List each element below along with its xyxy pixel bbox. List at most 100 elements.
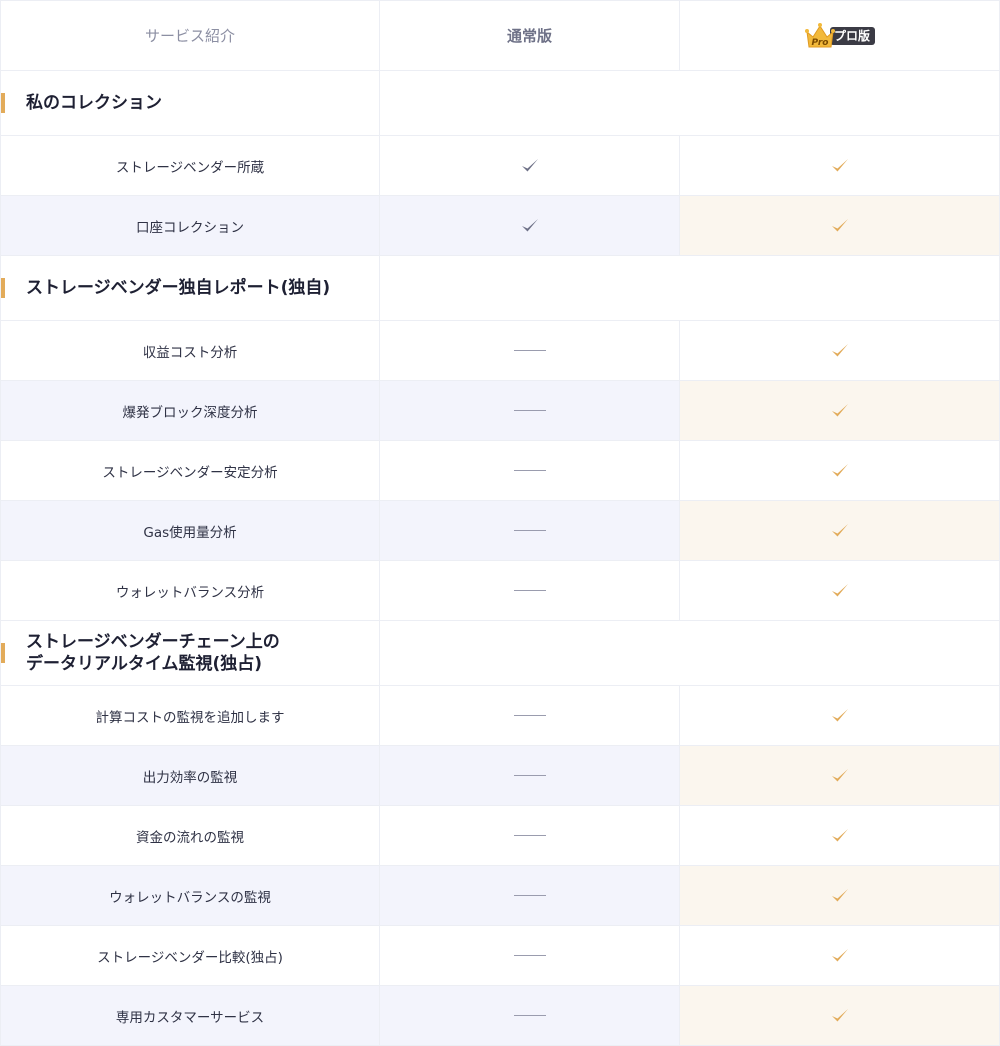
crown-pro-text: Pro xyxy=(812,38,829,48)
check-icon xyxy=(831,708,848,721)
feature-name: Gas使用量分析 xyxy=(143,524,237,541)
standard-availability-cell xyxy=(380,196,680,255)
dash-icon xyxy=(513,775,546,776)
feature-name: 収益コスト分析 xyxy=(142,344,238,361)
feature-name-cell: ウォレットバランス分析 xyxy=(0,561,380,620)
section-title-line: ストレージベンダー独自レポート(独自) xyxy=(26,278,331,298)
table-row: 口座コレクション xyxy=(0,196,1000,256)
check-icon xyxy=(521,218,538,231)
standard-availability-cell xyxy=(380,501,680,560)
dash-icon xyxy=(513,530,546,531)
feature-name: 専用カスタマーサービス xyxy=(115,1009,265,1026)
pro-availability-cell xyxy=(680,196,1000,255)
pro-availability-cell xyxy=(680,381,1000,440)
section-header-row: 私のコレクション xyxy=(0,71,1000,136)
table-row: ストレージベンダー所蔵 xyxy=(0,136,1000,196)
section-empty-standard xyxy=(380,621,680,685)
pro-availability-cell xyxy=(680,866,1000,925)
table-row: ストレージベンダー比較(独占) xyxy=(0,926,1000,986)
section-header-row: ストレージベンダー独自レポート(独自) xyxy=(0,256,1000,321)
check-icon xyxy=(831,158,848,171)
pro-availability-cell xyxy=(680,686,1000,745)
pro-availability-cell xyxy=(680,501,1000,560)
feature-name-cell: 口座コレクション xyxy=(0,196,380,255)
dash-icon xyxy=(513,835,546,836)
header-pro-edition: Pro プロ版 xyxy=(680,1,1000,70)
pro-edition-label: プロ版 xyxy=(829,26,875,45)
feature-name: 計算コストの監視を追加します xyxy=(95,709,285,726)
table-row: Gas使用量分析 xyxy=(0,501,1000,561)
section-title-line: データリアルタイム監視(独占) xyxy=(26,654,263,674)
check-icon xyxy=(831,768,848,781)
check-icon xyxy=(831,463,848,476)
check-icon xyxy=(521,158,538,171)
standard-availability-cell xyxy=(380,866,680,925)
section-title: ストレージベンダーチェーン上の データリアルタイム監視(独占) xyxy=(26,631,280,675)
pro-availability-cell xyxy=(680,986,1000,1045)
feature-name: 資金の流れの監視 xyxy=(136,829,244,846)
check-icon xyxy=(831,218,848,231)
section-title-cell: ストレージベンダー独自レポート(独自) xyxy=(0,256,380,320)
dash-icon xyxy=(513,470,546,471)
feature-name: ストレージベンダー所蔵 xyxy=(115,159,265,176)
section-accent-bar xyxy=(1,93,5,113)
section-title: ストレージベンダー独自レポート(独自) xyxy=(26,277,330,299)
standard-availability-cell xyxy=(380,381,680,440)
section-empty-standard xyxy=(380,256,680,320)
standard-availability-cell xyxy=(380,986,680,1045)
section-title: 私のコレクション xyxy=(26,92,162,114)
feature-name-cell: 計算コストの監視を追加します xyxy=(0,686,380,745)
feature-name-cell: ウォレットバランスの監視 xyxy=(0,866,380,925)
pro-badge: Pro プロ版 xyxy=(804,22,875,50)
table-row: ウォレットバランスの監視 xyxy=(0,866,1000,926)
check-icon xyxy=(831,828,848,841)
dash-icon xyxy=(513,715,546,716)
check-icon xyxy=(831,948,848,961)
table-row: 計算コストの監視を追加します xyxy=(0,686,1000,746)
dash-icon xyxy=(513,350,546,351)
pro-availability-cell xyxy=(680,806,1000,865)
table-row: 専用カスタマーサービス xyxy=(0,986,1000,1046)
standard-availability-cell xyxy=(380,441,680,500)
feature-name-cell: 資金の流れの監視 xyxy=(0,806,380,865)
table-header: サービス紹介 通常版 Pro プロ版 xyxy=(0,0,1000,71)
pro-availability-cell xyxy=(680,561,1000,620)
standard-availability-cell xyxy=(380,321,680,380)
pro-availability-cell xyxy=(680,926,1000,985)
section-title-line: 私のコレクション xyxy=(26,93,162,113)
check-icon xyxy=(831,403,848,416)
pro-availability-cell xyxy=(680,746,1000,805)
dash-icon xyxy=(513,895,546,896)
header-standard-edition: 通常版 xyxy=(380,1,680,70)
dash-icon xyxy=(513,1015,546,1016)
check-icon xyxy=(831,523,848,536)
feature-name-cell: Gas使用量分析 xyxy=(0,501,380,560)
section-empty-pro xyxy=(680,621,1000,685)
feature-name: ウォレットバランス分析 xyxy=(115,584,265,601)
crown-icon: Pro xyxy=(804,22,836,50)
standard-availability-cell xyxy=(380,746,680,805)
feature-name: ストレージベンダー安定分析 xyxy=(102,464,278,481)
feature-name: ウォレットバランスの監視 xyxy=(109,889,271,906)
dash-icon xyxy=(513,590,546,591)
section-title-cell: 私のコレクション xyxy=(0,71,380,135)
feature-comparison-table: サービス紹介 通常版 Pro プロ版 私のコレクションストレージベンダー所蔵 xyxy=(0,0,1000,1046)
feature-name-cell: 爆発ブロック深度分析 xyxy=(0,381,380,440)
standard-availability-cell xyxy=(380,926,680,985)
dash-icon xyxy=(513,955,546,956)
section-empty-standard xyxy=(380,71,680,135)
feature-name-cell: 専用カスタマーサービス xyxy=(0,986,380,1045)
table-row: ストレージベンダー安定分析 xyxy=(0,441,1000,501)
section-header-row: ストレージベンダーチェーン上の データリアルタイム監視(独占) xyxy=(0,621,1000,686)
section-accent-bar xyxy=(1,643,5,663)
table-row: 出力効率の監視 xyxy=(0,746,1000,806)
standard-availability-cell xyxy=(380,561,680,620)
header-standard-label: 通常版 xyxy=(506,27,552,45)
table-row: 収益コスト分析 xyxy=(0,321,1000,381)
table-row: 爆発ブロック深度分析 xyxy=(0,381,1000,441)
check-icon xyxy=(831,888,848,901)
check-icon xyxy=(831,583,848,596)
table-row: ウォレットバランス分析 xyxy=(0,561,1000,621)
dash-icon xyxy=(513,410,546,411)
feature-name: 出力効率の監視 xyxy=(142,769,238,786)
